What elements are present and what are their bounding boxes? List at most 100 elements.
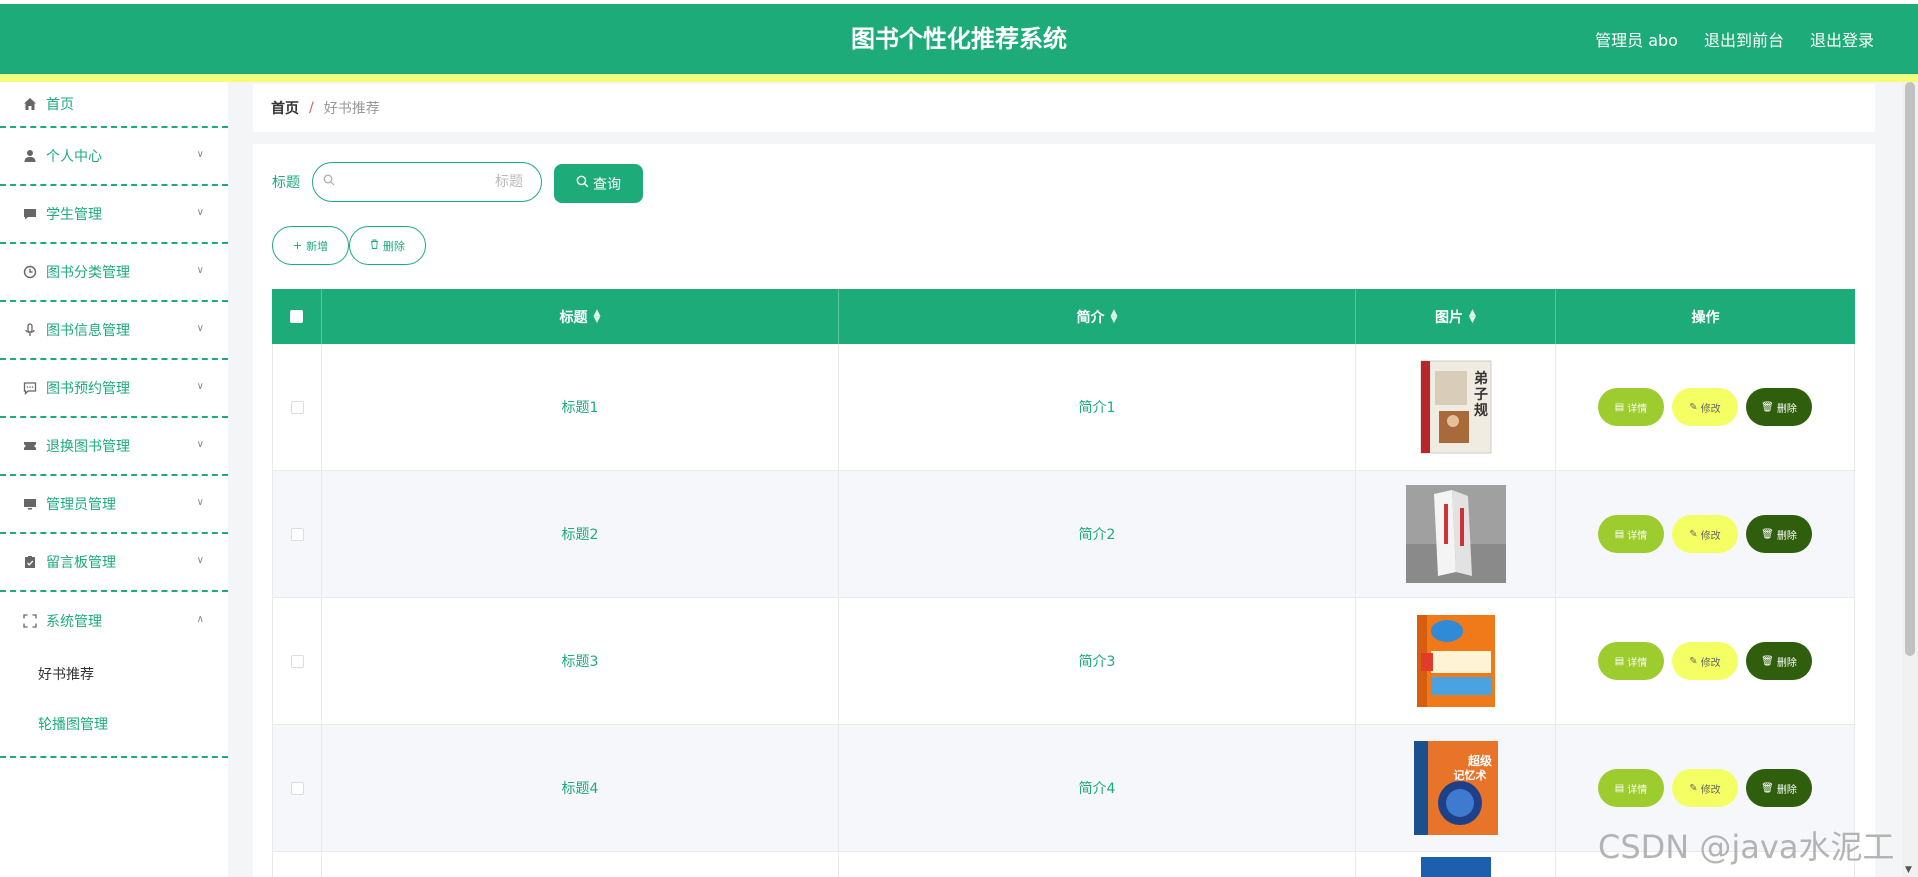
search-field[interactable]	[312, 162, 542, 202]
column-title-label: 标题	[559, 309, 588, 326]
title-cell: 标题3	[322, 598, 839, 724]
image-cell	[1356, 598, 1556, 724]
plus-icon: +	[292, 239, 303, 252]
intro-cell	[839, 852, 1356, 877]
sidebar-item-system[interactable]: 系统管理 ∧	[0, 592, 228, 650]
row-checkbox[interactable]	[290, 527, 304, 541]
delete-button[interactable]: 🗑 删除	[1746, 642, 1812, 680]
search-label: 标题	[272, 175, 300, 191]
sidebar-item-label: 学生管理	[46, 207, 102, 223]
search-input[interactable]	[343, 169, 523, 195]
intro-cell: 简介2	[839, 471, 1356, 597]
row-checkbox[interactable]	[290, 400, 304, 414]
pencil-icon: ✎	[1689, 401, 1698, 413]
row-checkbox-cell	[272, 598, 322, 724]
book-cover-image[interactable]	[1406, 612, 1506, 710]
delete-label: 删除	[1776, 657, 1797, 669]
pencil-icon: ✎	[1689, 782, 1698, 794]
trash-icon	[370, 239, 379, 252]
row-checkbox[interactable]	[290, 781, 304, 795]
add-button[interactable]: + 新增	[272, 226, 349, 265]
delete-button[interactable]: 🗑 删除	[1746, 515, 1812, 553]
admin-user-label[interactable]: 管理员 abo	[1595, 27, 1678, 51]
row-checkbox-cell	[272, 725, 322, 851]
trash-icon: 🗑	[1761, 655, 1774, 667]
detail-button[interactable]: ▤ 详情	[1598, 769, 1664, 807]
exit-to-front-link[interactable]: 退出到前台	[1704, 27, 1784, 51]
sidebar-item-guestbook[interactable]: 留言板管理 ∨	[0, 534, 228, 592]
delete-label: 删除	[1776, 784, 1797, 796]
breadcrumb-home[interactable]: 首页	[271, 98, 299, 118]
column-actions-label: 操作	[1691, 309, 1720, 326]
column-title[interactable]: 标题 ▲ ▼	[322, 289, 839, 344]
book-cover-image[interactable]: 弟 子 规	[1406, 358, 1506, 456]
intro-cell: 简介4	[839, 725, 1356, 851]
edit-button[interactable]: ✎ 修改	[1672, 642, 1738, 680]
detail-button[interactable]: ▤ 详情	[1598, 515, 1664, 553]
sidebar-item-book-reservation[interactable]: 图书预约管理 ∨	[0, 360, 228, 418]
sidebar-item-book-info[interactable]: 图书信息管理 ∨	[0, 302, 228, 360]
title-cell: 标题2	[322, 471, 839, 597]
edit-label: 修改	[1700, 657, 1721, 669]
trash-icon: 🗑	[1761, 401, 1774, 413]
row-checkbox[interactable]	[290, 654, 304, 668]
submenu-item-carousel[interactable]: 轮播图管理	[0, 700, 228, 750]
sidebar-item-students[interactable]: 学生管理 ∨	[0, 186, 228, 244]
edit-button[interactable]: ✎ 修改	[1672, 388, 1738, 426]
intro-cell: 简介3	[839, 598, 1356, 724]
pencil-icon: ✎	[1689, 528, 1698, 540]
book-cover-image[interactable]	[1420, 856, 1491, 877]
svg-text:子: 子	[1474, 387, 1488, 403]
books-table: 标题 ▲ ▼ 简介 ▲ ▼ 图片 ▲ ▼ 操作 标题1 简介1 弟 子 规 ▤ …	[272, 289, 1855, 877]
chevron-down-icon: ∨	[196, 149, 204, 160]
sidebar-item-admins[interactable]: 管理员管理 ∨	[0, 476, 228, 534]
column-intro[interactable]: 简介 ▲ ▼	[839, 289, 1356, 344]
image-cell: 弟 子 规	[1356, 344, 1556, 470]
batch-delete-button[interactable]: 删除	[349, 226, 426, 265]
sidebar-item-book-return[interactable]: 退换图书管理 ∨	[0, 418, 228, 476]
delete-button[interactable]: 🗑 删除	[1746, 769, 1812, 807]
sort-icon: ▲ ▼	[1469, 307, 1476, 325]
header: 图书个性化推荐系统 管理员 abo 退出到前台 退出登录	[0, 4, 1918, 74]
sidebar-item-label: 系统管理	[46, 614, 102, 630]
sidebar-item-personal[interactable]: 个人中心 ∨	[0, 128, 228, 186]
edit-label: 修改	[1700, 530, 1721, 542]
edit-button[interactable]: ✎ 修改	[1672, 769, 1738, 807]
sidebar-item-home[interactable]: 首页	[0, 82, 228, 128]
column-image[interactable]: 图片 ▲ ▼	[1356, 289, 1556, 344]
column-actions: 操作	[1556, 289, 1855, 344]
sidebar: 首页 个人中心 ∨ 学生管理 ∨ 图书分类管理 ∨ 图书信息管理 ∨ 图书预约管…	[0, 82, 228, 877]
table-row: 标题3 简介3 ▤ 详情 ✎ 修改 🗑 删除	[272, 598, 1855, 725]
fullscreen-icon	[22, 613, 38, 629]
query-button[interactable]: 查询	[554, 164, 643, 203]
delete-label: 删除	[1776, 530, 1797, 542]
clipboard-icon	[22, 554, 38, 570]
message-icon	[22, 380, 38, 396]
vertical-scrollbar[interactable]: ▼	[1902, 82, 1918, 877]
header-actions: 管理员 abo 退出到前台 退出登录	[1595, 4, 1874, 74]
breadcrumb-separator: /	[309, 100, 314, 116]
watermark: CSDN @java水泥工	[1598, 828, 1895, 866]
svg-text:规: 规	[1474, 403, 1488, 419]
logout-link[interactable]: 退出登录	[1810, 27, 1874, 51]
breadcrumb: 首页 / 好书推荐	[253, 84, 1875, 132]
title-cell: 标题1	[322, 344, 839, 470]
scrollbar-thumb[interactable]	[1905, 82, 1915, 656]
row-checkbox-cell	[272, 471, 322, 597]
detail-button[interactable]: ▤ 详情	[1598, 388, 1664, 426]
document-icon: ▤	[1614, 655, 1625, 667]
edit-button[interactable]: ✎ 修改	[1672, 515, 1738, 553]
scroll-down-arrow-icon[interactable]: ▼	[1905, 865, 1912, 875]
chevron-down-icon: ∨	[196, 439, 204, 450]
svg-text:弟: 弟	[1474, 370, 1488, 387]
book-cover-image[interactable]: 超级 记忆术	[1406, 739, 1506, 837]
document-icon: ▤	[1614, 782, 1625, 794]
select-all-checkbox[interactable]	[290, 310, 303, 323]
sidebar-item-book-category[interactable]: 图书分类管理 ∨	[0, 244, 228, 302]
delete-button[interactable]: 🗑 删除	[1746, 388, 1812, 426]
detail-button[interactable]: ▤ 详情	[1598, 642, 1664, 680]
chat-icon	[22, 206, 38, 222]
submenu-item-recommend[interactable]: 好书推荐	[0, 650, 228, 700]
book-cover-image[interactable]	[1405, 485, 1506, 583]
document-icon: ▤	[1614, 401, 1625, 413]
